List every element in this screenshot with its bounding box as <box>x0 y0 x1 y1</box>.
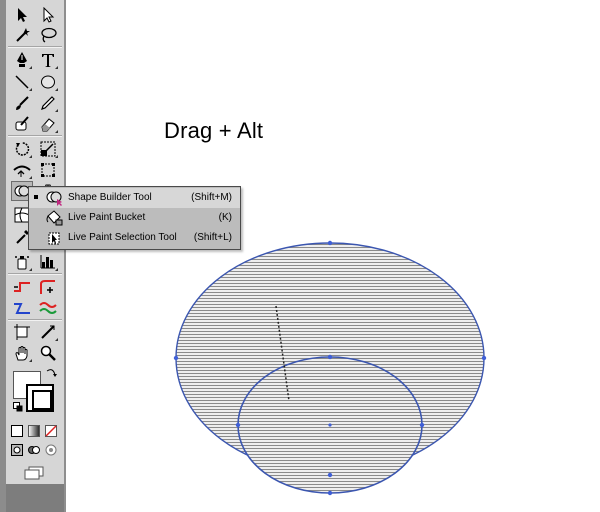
flyout-item-label: Live Paint Bucket <box>68 212 146 223</box>
panel-bottom <box>6 484 64 512</box>
artboard-canvas[interactable] <box>66 0 600 512</box>
rotate-tool-icon[interactable] <box>12 139 32 158</box>
flyout-item-shortcut: (Shift+M) <box>191 192 232 203</box>
flyout-item-label: Live Paint Selection Tool <box>68 232 177 243</box>
live-paint-bucket-icon <box>45 210 63 226</box>
pen-tool-icon[interactable] <box>12 50 32 69</box>
live-paint-selection-icon <box>45 230 63 246</box>
slice-path-tool-icon[interactable] <box>12 277 32 296</box>
paintbrush-tool-icon[interactable] <box>12 93 32 112</box>
none-mode-icon[interactable] <box>44 421 58 440</box>
scale-tool-icon[interactable] <box>38 139 58 158</box>
draw-behind-icon[interactable] <box>27 440 41 459</box>
instruction-caption: Drag + Alt <box>164 118 264 143</box>
stroke-color-swatch[interactable] <box>26 384 54 412</box>
gradient-mode-icon[interactable] <box>27 421 41 440</box>
selection-tool-icon[interactable] <box>12 5 32 24</box>
flyout-item-label: Shape Builder Tool <box>68 192 152 203</box>
free-transform-tool-icon[interactable] <box>38 160 58 179</box>
draw-inside-icon[interactable] <box>44 440 58 459</box>
tools-panel <box>0 0 66 512</box>
flyout-item-live-paint-bucket[interactable]: Live Paint Bucket (K) <box>29 208 240 228</box>
lasso-tool-icon[interactable] <box>38 25 58 44</box>
panel-edge <box>0 0 6 512</box>
blob-brush-tool-icon[interactable] <box>12 114 32 133</box>
shape-builder-icon <box>45 190 63 206</box>
screen-mode-icon[interactable] <box>22 463 46 482</box>
flyout-item-shortcut: (K) <box>218 212 232 223</box>
default-fill-stroke-icon[interactable] <box>12 401 24 413</box>
direct-selection-tool-icon[interactable] <box>38 5 58 24</box>
separator <box>8 319 62 321</box>
slice-tool-icon[interactable] <box>38 322 58 341</box>
selected-bullet-icon <box>34 195 38 199</box>
separator <box>8 273 62 275</box>
swap-fill-stroke-icon[interactable] <box>44 366 58 380</box>
connect-path-tool-icon[interactable] <box>12 298 32 317</box>
artboard-tool-icon[interactable] <box>12 322 32 341</box>
width-tool-icon[interactable] <box>12 160 32 179</box>
ellipse-tool-icon[interactable] <box>38 72 58 91</box>
flyout-item-shape-builder[interactable]: Shape Builder Tool (Shift+M) <box>29 188 240 208</box>
flyout-item-shortcut: (Shift+L) <box>193 232 232 243</box>
wavy-path-tool-icon[interactable] <box>38 298 58 317</box>
type-tool-icon[interactable] <box>38 50 58 69</box>
hand-tool-icon[interactable] <box>12 343 32 362</box>
symbol-sprayer-tool-icon[interactable] <box>12 252 32 271</box>
line-segment-tool-icon[interactable] <box>12 72 32 91</box>
zoom-tool-icon[interactable] <box>38 343 58 362</box>
separator <box>8 46 62 48</box>
magic-wand-tool-icon[interactable] <box>12 25 32 44</box>
flyout-item-live-paint-selection[interactable]: Live Paint Selection Tool (Shift+L) <box>29 228 240 248</box>
add-anchor-tool-icon[interactable] <box>38 277 58 296</box>
separator <box>8 135 62 137</box>
column-graph-tool-icon[interactable] <box>38 252 58 271</box>
draw-normal-icon[interactable] <box>10 440 24 459</box>
eraser-tool-icon[interactable] <box>38 114 58 133</box>
color-mode-icon[interactable] <box>10 421 24 440</box>
shape-builder-flyout-menu: Shape Builder Tool (Shift+M) Live Paint … <box>28 186 241 250</box>
pencil-tool-icon[interactable] <box>38 93 58 112</box>
